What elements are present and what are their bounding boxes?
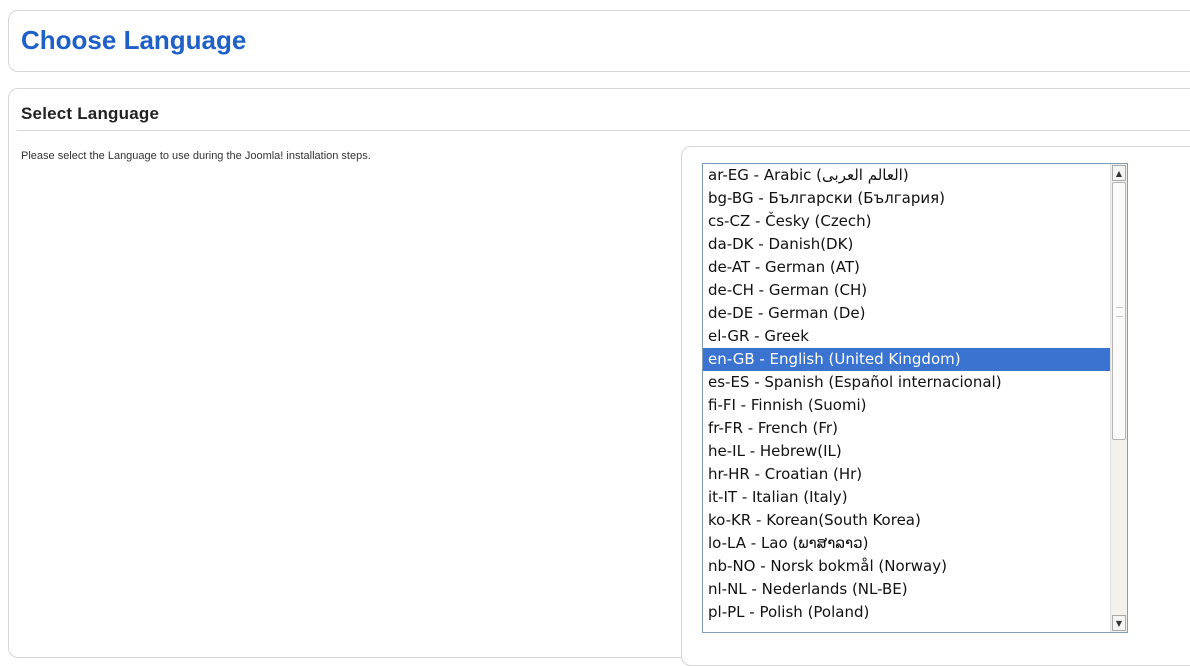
language-option[interactable]: de-AT - German (AT) <box>703 256 1110 279</box>
language-option[interactable]: fi-FI - Finnish (Suomi) <box>703 394 1110 417</box>
language-option[interactable]: it-IT - Italian (Italy) <box>703 486 1110 509</box>
language-select-panel: ar-EG - Arabic (العالم العربى) bg-BG - Бъ… <box>681 146 1190 666</box>
language-option[interactable]: el-GR - Greek <box>703 325 1110 348</box>
language-option[interactable]: lo-LA - Lao (ພາສາລາວ) <box>703 532 1110 555</box>
language-option[interactable]: fr-FR - French (Fr) <box>703 417 1110 440</box>
language-option[interactable]: de-CH - German (CH) <box>703 279 1110 302</box>
header-panel: Choose Language <box>8 10 1190 72</box>
page-title: Choose Language <box>21 25 247 55</box>
listbox-scrollbar[interactable]: ▲ ▼ <box>1110 164 1127 632</box>
language-option[interactable]: es-ES - Spanish (Español internacional) <box>703 371 1110 394</box>
scroll-up-button[interactable]: ▲ <box>1112 165 1126 181</box>
language-option[interactable]: nl-NL - Nederlands (NL-BE) <box>703 578 1110 601</box>
scroll-down-button[interactable]: ▼ <box>1112 615 1126 631</box>
language-option[interactable]: nb-NO - Norsk bokmål (Norway) <box>703 555 1110 578</box>
language-option[interactable]: pl-PL - Polish (Poland) <box>703 601 1110 624</box>
language-option[interactable]: hr-HR - Croatian (Hr) <box>703 463 1110 486</box>
language-option[interactable]: ko-KR - Korean(South Korea) <box>703 509 1110 532</box>
language-panel: Select Language Please select the Langua… <box>8 88 1190 666</box>
section-title: Select Language <box>21 104 160 123</box>
arrow-down-icon: ▼ <box>1115 618 1123 628</box>
language-option[interactable]: cs-CZ - Česky (Czech) <box>703 210 1110 233</box>
language-option[interactable]: da-DK - Danish(DK) <box>703 233 1110 256</box>
thumb-grip <box>1116 307 1123 317</box>
language-option[interactable]: bg-BG - Български (България) <box>703 187 1110 210</box>
scroll-thumb[interactable] <box>1112 182 1126 440</box>
language-options: ar-EG - Arabic (العالم العربى) bg-BG - Бъ… <box>703 164 1110 624</box>
language-listbox[interactable]: ar-EG - Arabic (العالم العربى) bg-BG - Бъ… <box>702 163 1128 633</box>
language-option[interactable]: ar-EG - Arabic (العالم العربى) <box>703 164 1110 187</box>
section-divider <box>17 130 1190 131</box>
arrow-up-icon: ▲ <box>1115 168 1123 178</box>
language-option-selected[interactable]: en-GB - English (United Kingdom) <box>703 348 1110 371</box>
language-option[interactable]: de-DE - German (De) <box>703 302 1110 325</box>
instructions-text: Please select the Language to use during… <box>21 150 371 162</box>
language-option[interactable]: he-IL - Hebrew(IL) <box>703 440 1110 463</box>
